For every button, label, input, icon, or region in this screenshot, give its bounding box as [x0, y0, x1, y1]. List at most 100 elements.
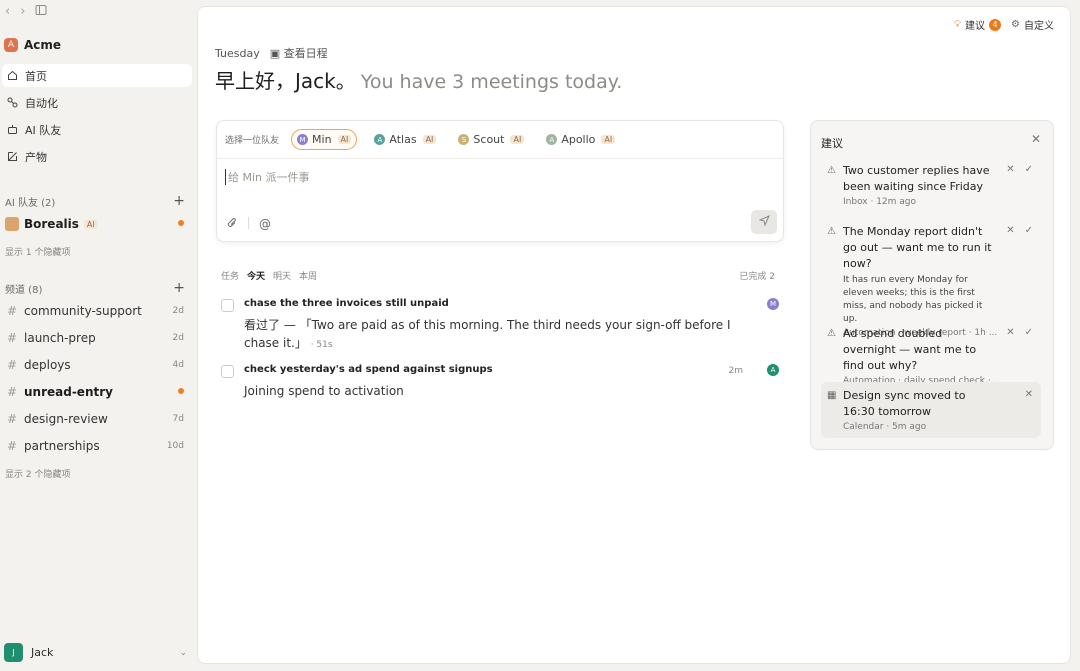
tasks-header: 任务 今天 明天 本周 已完成 2 — [221, 269, 775, 282]
task-input[interactable]: 给 Min 派一件事 — [225, 169, 310, 185]
check-icon[interactable]: ✓ — [1025, 164, 1033, 175]
channel-meta: 2d — [172, 333, 184, 343]
suggestion-item[interactable]: ▦ Design sync moved to 16:30 tomorrow Ca… — [821, 382, 1041, 438]
warning-icon: ⚠︎ — [827, 328, 836, 339]
suggestion-title: Design sync moved to 16:30 tomorrow — [843, 389, 966, 418]
suggestion-title: Two customer replies have been waiting s… — [843, 164, 990, 193]
ai-tag: AI — [601, 135, 616, 144]
warning-icon: ⚠︎ — [827, 165, 836, 176]
suggestion-item[interactable]: ⚠︎ Two customer replies have been waitin… — [821, 157, 1041, 213]
task-body: Joining spend to activation — [244, 384, 404, 398]
send-button[interactable] — [751, 210, 777, 234]
teammate-option-atlas[interactable]: A Atlas AI — [369, 130, 441, 149]
suggestion-actions: ✕ ✓ — [1006, 327, 1033, 338]
show-hidden-teammates[interactable]: 显示 1 个隐藏项 — [5, 245, 70, 258]
forward-icon[interactable]: › — [20, 4, 25, 20]
channel-item[interactable]: # design-review 7d — [7, 412, 184, 426]
teammate-option-scout[interactable]: S Scout AI — [453, 130, 529, 149]
automation-icon — [7, 97, 18, 108]
nav-item-ai-teammates[interactable]: AI 队友 — [2, 118, 192, 141]
unread-dot — [178, 219, 184, 229]
task-checkbox[interactable] — [221, 299, 234, 312]
workspace-avatar: A — [4, 38, 18, 52]
teammate-option-min[interactable]: M Min AI — [291, 129, 358, 150]
dismiss-icon[interactable]: ✕ — [1006, 327, 1014, 338]
dismiss-icon[interactable]: ✕ — [1006, 164, 1014, 175]
warning-icon: ⚠︎ — [827, 226, 836, 237]
page-title: 早上好，Jack。 You have 3 meetings today. — [215, 65, 622, 94]
hash-icon: # — [7, 331, 18, 345]
suggestions-label: 建议 — [965, 21, 986, 32]
channel-name: unread-entry — [24, 385, 113, 399]
sidebar-toggle-icon[interactable] — [35, 4, 47, 20]
channel-item[interactable]: # community-support 2d — [7, 304, 184, 318]
task-checkbox[interactable] — [221, 365, 234, 378]
hash-icon: # — [7, 385, 18, 399]
avatar: A — [546, 134, 558, 145]
nav-item-artifacts[interactable]: 产物 — [2, 145, 192, 168]
suggestion-title: The Monday report didn't go out — want m… — [843, 225, 992, 270]
teammate-option-apollo[interactable]: A Apollo AI — [541, 130, 620, 149]
greeting-text: 早上好，Jack。 — [215, 69, 356, 93]
suggestions-button[interactable]: 💡︎ 建议 4 — [954, 17, 1002, 32]
check-icon[interactable]: ✓ — [1025, 327, 1033, 338]
channel-name: community-support — [24, 304, 142, 318]
suggestion-meta: Calendar · 5m ago — [843, 422, 927, 432]
channel-item[interactable]: # deploys 4d — [7, 358, 184, 372]
unread-dot — [178, 387, 184, 397]
customize-button[interactable]: ⚙︎ 自定义 — [1011, 17, 1054, 32]
nav-item-label: 产物 — [25, 150, 47, 164]
artifact-icon — [7, 151, 18, 162]
avatar: A — [374, 134, 386, 145]
teammate-option-name: Apollo — [561, 133, 596, 146]
home-icon — [7, 70, 18, 81]
channel-item[interactable]: # launch-prep 2d — [7, 331, 184, 345]
task-title[interactable]: chase the three invoices still unpaid — [244, 298, 449, 309]
ai-teammates-title: AI 队友 (2) — [5, 197, 56, 209]
close-icon[interactable]: ✕ — [1031, 132, 1041, 146]
calendar-icon: ▣ — [269, 47, 281, 60]
tab-today[interactable]: 今天 — [247, 269, 265, 282]
suggestion-title: Ad spend doubled overnight — want me to … — [843, 327, 977, 372]
dismiss-icon[interactable]: ✕ — [1006, 225, 1014, 236]
teammate-borealis[interactable]: Borealis AI — [5, 217, 184, 231]
channel-meta: 4d — [172, 360, 184, 370]
ai-tag: AI — [422, 135, 437, 144]
view-schedule-link[interactable]: ▣ 查看日程 — [270, 45, 328, 61]
nav-item-label: 自动化 — [25, 96, 58, 110]
user-name: Jack — [31, 646, 54, 659]
dismiss-icon[interactable]: ✕ — [1025, 389, 1033, 400]
avatar: M — [297, 134, 309, 145]
show-hidden-channels[interactable]: 显示 2 个隐藏项 — [5, 467, 70, 480]
task-time: 2m — [728, 366, 744, 376]
channel-name: partnerships — [24, 439, 100, 453]
greeting-subtitle: You have 3 meetings today. — [360, 71, 623, 93]
ai-tag: AI — [83, 219, 98, 229]
teammate-option-name: Min — [312, 133, 332, 146]
add-teammate-icon[interactable]: + — [173, 193, 185, 209]
channels-title: 频道 (8) — [5, 284, 43, 296]
task-body: 看过了 — 「Two are paid as of this morning. … — [244, 316, 734, 354]
paperclip-icon[interactable] — [227, 217, 238, 232]
task-title[interactable]: check yesterday's ad spend against signu… — [244, 364, 493, 375]
check-icon[interactable]: ✓ — [1025, 225, 1033, 236]
tab-tomorrow[interactable]: 明天 — [273, 269, 291, 282]
tasks-label: 任务 — [221, 272, 240, 282]
sidebar: ‹ › A Acme 首页 自动化 AI 队友 产物 AI 队友 (2) + B… — [0, 0, 197, 671]
back-icon[interactable]: ‹ — [5, 4, 10, 20]
workspace-switcher[interactable]: A Acme — [4, 38, 61, 52]
suggestions-count: 4 — [989, 18, 1002, 31]
channel-item[interactable]: # partnerships 10d — [7, 439, 184, 453]
mention-icon[interactable]: @ — [259, 217, 271, 232]
user-menu[interactable]: J Jack ⌄ — [4, 643, 187, 662]
channels-header: 频道 (8) + — [5, 280, 185, 296]
calendar-icon: ▦ — [827, 390, 837, 401]
hash-icon: # — [7, 304, 18, 318]
tab-this-week[interactable]: 本周 — [299, 269, 317, 282]
channel-item[interactable]: # unread-entry — [7, 385, 184, 399]
nav-item-automation[interactable]: 自动化 — [2, 91, 192, 114]
nav-item-home[interactable]: 首页 — [2, 64, 192, 87]
nav-item-label: 首页 — [25, 69, 47, 83]
completed-count[interactable]: 已完成 2 — [739, 269, 775, 282]
add-channel-icon[interactable]: + — [173, 280, 185, 296]
